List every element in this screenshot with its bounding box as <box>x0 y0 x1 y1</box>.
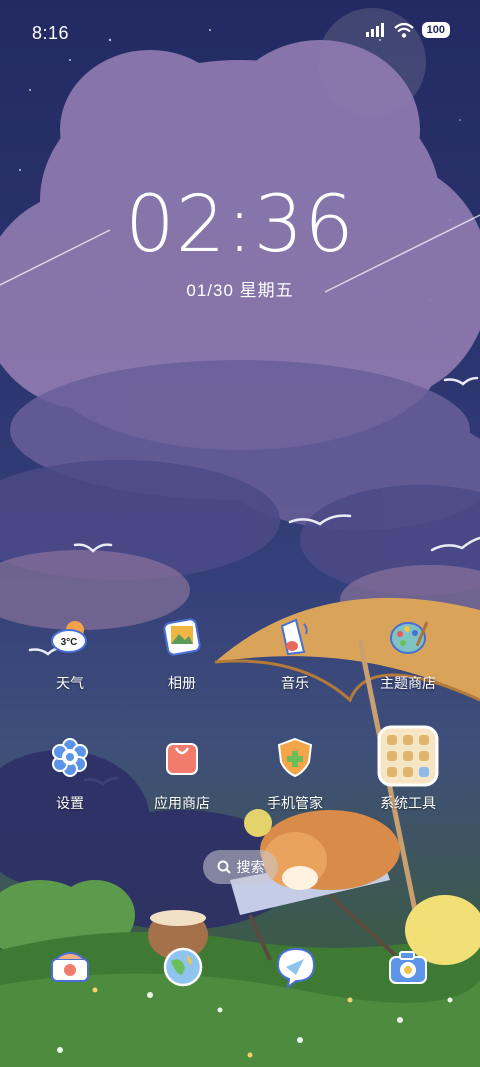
app-label: 手机管家 <box>267 795 323 811</box>
app-themes[interactable]: 主题商店 <box>353 615 463 693</box>
app-music[interactable]: 音乐 <box>240 615 350 693</box>
battery-indicator: 100 <box>421 22 450 38</box>
gallery-icon <box>160 615 204 659</box>
app-label: 应用商店 <box>154 795 210 811</box>
app-label: 音乐 <box>281 675 309 691</box>
globe-icon <box>163 947 203 987</box>
signal-icon <box>365 23 384 37</box>
status-icons: 100 <box>365 22 450 38</box>
app-security[interactable]: 手机管家 <box>240 735 350 813</box>
folder-icon <box>377 725 439 787</box>
status-time: 8:16 <box>32 23 70 43</box>
wifi-icon <box>393 22 414 38</box>
dock-phone[interactable] <box>48 945 92 989</box>
shield-icon <box>273 735 317 779</box>
dock-browser[interactable] <box>161 945 205 989</box>
status-bar: 8:16 100 <box>0 0 480 64</box>
gear-icon <box>48 735 92 779</box>
music-icon <box>273 615 317 659</box>
shopping-bag-icon <box>160 735 204 779</box>
app-weather[interactable]: 3°C 天气 <box>15 615 125 693</box>
message-icon <box>276 947 316 989</box>
app-store[interactable]: 应用商店 <box>127 735 237 813</box>
search-label: 搜索 <box>236 859 265 875</box>
weather-icon: 3°C <box>48 615 92 659</box>
weather-temp: 3°C <box>61 637 78 648</box>
app-label: 相册 <box>168 675 196 691</box>
app-label: 系统工具 <box>380 795 436 811</box>
app-gallery[interactable]: 相册 <box>127 615 237 693</box>
dock-messages[interactable] <box>274 945 318 989</box>
app-settings[interactable]: 设置 <box>15 735 125 813</box>
lockscreen-date: 01/30 星期五 <box>186 281 294 300</box>
app-tools-folder[interactable]: 系统工具 <box>353 725 463 813</box>
palette-icon <box>386 615 430 659</box>
search-icon <box>217 860 231 874</box>
phone-icon <box>51 952 89 982</box>
search-button[interactable]: 搜索 <box>203 850 278 884</box>
app-label: 主题商店 <box>380 675 436 691</box>
wallpaper <box>0 8 480 1067</box>
app-label: 天气 <box>56 675 84 691</box>
camera-icon <box>389 951 427 984</box>
lockscreen-clock: 02:36 <box>125 180 355 270</box>
dock-camera[interactable] <box>386 945 430 989</box>
app-label: 设置 <box>56 795 84 811</box>
